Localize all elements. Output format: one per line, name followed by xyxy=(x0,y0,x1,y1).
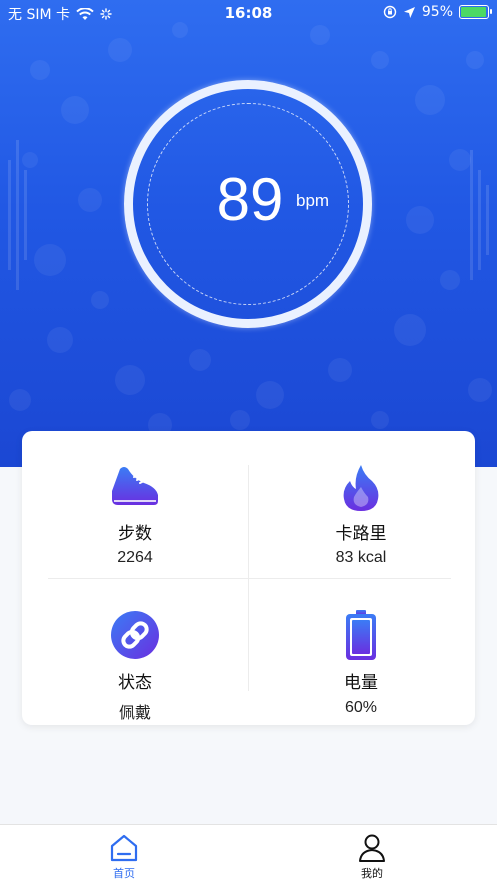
calories-value: 83 kcal xyxy=(335,549,387,566)
battery-level-icon xyxy=(346,610,376,660)
battery-percent: 95% xyxy=(421,4,453,20)
battery-value: 60% xyxy=(344,699,378,716)
content-background xyxy=(0,750,497,824)
link-icon xyxy=(111,611,159,659)
user-icon xyxy=(359,834,385,862)
tab-bar: 首页 我的 xyxy=(0,824,497,883)
battery-icon xyxy=(459,5,492,19)
status-stat[interactable]: 状态 佩戴 xyxy=(22,578,248,725)
tab-mine-label: 我的 xyxy=(361,867,383,880)
status-value: 佩戴 xyxy=(118,705,151,722)
tab-home-label: 首页 xyxy=(113,867,135,880)
steps-value: 2264 xyxy=(117,549,153,566)
steps-label: 步数 xyxy=(118,524,152,544)
steps-stat[interactable]: 步数 2264 xyxy=(22,431,248,578)
shoe-icon xyxy=(112,467,158,505)
location-icon xyxy=(403,6,415,18)
flame-icon xyxy=(343,465,379,511)
tab-mine[interactable]: 我的 xyxy=(342,825,402,883)
battery-fill xyxy=(461,7,486,17)
status-bar: 无 SIM 卡 16:08 95% xyxy=(0,0,497,26)
calories-label: 卡路里 xyxy=(335,524,387,544)
stats-card: 步数 2264 卡路里 83 kcal 状态 佩戴 电量 60% xyxy=(22,431,475,725)
heart-rate-value: 89 xyxy=(216,166,284,233)
battery-stat[interactable]: 电量 60% xyxy=(248,578,474,725)
calories-stat[interactable]: 卡路里 83 kcal xyxy=(248,431,474,578)
tab-home[interactable]: 首页 xyxy=(94,825,154,883)
home-icon xyxy=(110,834,138,862)
heart-rate-unit: bpm xyxy=(296,191,330,210)
orientation-lock-icon xyxy=(383,5,397,19)
status-label: 状态 xyxy=(118,673,152,693)
battery-label: 电量 xyxy=(344,673,378,693)
